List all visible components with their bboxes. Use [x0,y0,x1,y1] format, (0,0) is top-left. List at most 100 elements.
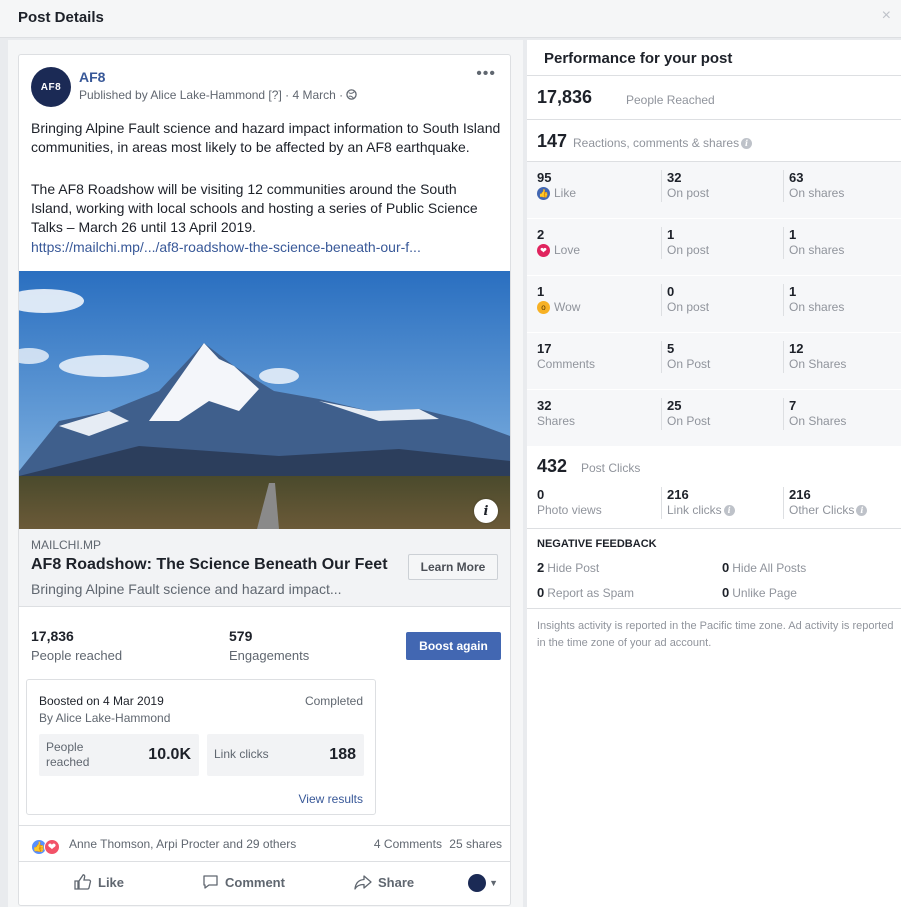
photo-views-label: Photo views [537,503,602,517]
post-link[interactable]: https://mailchi.mp/.../af8-roadshow-the-… [31,239,421,255]
post-meta: Published by Alice Lake-Hammond [?] · 4 … [79,88,358,102]
info-icon[interactable]: i [723,504,735,516]
post-photo[interactable]: i [19,271,510,529]
shares-on-post-value: 25 [667,398,682,413]
comments-on-shares-value: 12 [789,341,804,356]
unlike-page-label: Unlike Page [732,586,797,600]
love-total: 2 [537,227,545,242]
close-icon[interactable]: × [882,7,891,25]
boost-summary-box: Boosted on 4 Mar 2019 By Alice Lake-Hamm… [26,679,376,815]
post-paragraph-2: The AF8 Roadshow will be visiting 12 com… [31,181,478,235]
comments-on-post-value: 5 [667,341,675,356]
unlike-page-stat: 0 Unlike Page [722,585,797,600]
time-zone-footnote: Insights activity is reported in the Pac… [537,620,894,649]
report-spam-stat: 0 Report as Spam [537,585,634,600]
love-on-post-cell: 1 On post [661,227,709,259]
other-clicks-label: Other Clicks [789,503,855,517]
comments-row: 17 Comments 5 On Post 12 On Shares [527,333,901,390]
like-on-post-cell: 32 On post [661,170,709,202]
comments-on-post-label: On Post [667,357,711,371]
audience-selector[interactable]: ▼ [468,874,498,892]
engagements-label: Engagements [229,648,310,663]
like-label: Like [554,186,577,200]
link-preview[interactable]: MAILCHI.MP AF8 Roadshow: The Science Ben… [19,529,510,607]
shares-count[interactable]: 25 shares [449,837,502,851]
photo-views-value: 0 [537,487,545,502]
love-reaction-icon: ❤ [44,839,60,855]
boost-people-label: People reached [46,740,90,769]
like-label: Like [98,874,125,890]
info-icon[interactable]: i [856,504,868,516]
link-preview-title[interactable]: AF8 Roadshow: The Science Beneath Our Fe… [31,556,388,574]
reactions-label: Reactions, comments & shares [573,136,740,150]
wow-total-cell: 1 o Wow [537,284,580,316]
like-total-cell: 95 👍 Like [537,170,576,202]
like-label-wrap: 👍 Like [537,185,576,201]
more-options-icon[interactable]: ••• [476,65,496,83]
love-label-wrap: ❤ Love [537,242,580,258]
performance-header: Performance for your post [527,40,901,76]
reach-section: 17,836 People Reached [527,76,901,120]
shares-label: Shares [537,414,576,428]
link-clicks-label-wrap: Link clicks i [667,502,735,518]
like-on-shares-label: On shares [789,186,845,200]
shares-total: 32 [537,398,552,413]
link-clicks-cell: 216 Link clicks i [661,487,735,519]
people-reached-label: People reached [31,648,123,663]
reactors-text[interactable]: Anne Thomson, Arpi Procter and 29 others [69,837,296,851]
dialog-title: Post Details [18,9,104,26]
page-name-link[interactable]: AF8 [79,69,105,85]
globe-icon [346,89,358,100]
boost-status: Completed [304,694,363,708]
post-clicks-value: 432 [537,456,568,476]
reach-value: 17,836 [537,87,593,107]
comment-action-button[interactable]: Comment [202,874,285,890]
divider [527,608,901,609]
other-clicks-cell: 216 Other Clicks i [783,487,868,519]
comments-count[interactable]: 4 Comments [374,837,442,851]
people-reached-value: 17,836 [31,628,74,644]
hide-all-posts-stat: 0 Hide All Posts [722,560,806,575]
learn-more-button[interactable]: Learn More [408,554,498,580]
post-actions: Like Comment Share ▼ [19,861,510,905]
info-icon[interactable]: i [741,138,753,150]
like-emoji-icon: 👍 [537,186,550,200]
love-label: Love [554,243,581,257]
reactions-label-wrap: Reactions, comments & shares i [573,136,753,150]
info-icon[interactable]: i [474,499,498,523]
share-action-button[interactable]: Share [354,874,414,890]
report-spam-label: Report as Spam [547,586,634,600]
caret-down-icon: ▼ [489,878,498,888]
performance-panel: Performance for your post 17,836 People … [527,40,901,907]
shares-on-shares-label: On Shares [789,414,847,428]
love-on-shares-label: On shares [789,243,845,257]
reaction-icons[interactable]: 👍 ❤ [31,837,60,855]
like-on-shares-cell: 63 On shares [783,170,844,202]
view-results-link[interactable]: View results [299,792,363,806]
like-on-post-label: On post [667,186,710,200]
boost-clicks-label: Link clicks [214,747,269,761]
boost-again-button[interactable]: Boost again [406,632,501,660]
social-counts: 4 Comments 25 shares [370,837,502,851]
other-clicks-value: 216 [789,487,811,502]
reach-label: People Reached [626,93,715,107]
link-preview-domain: MAILCHI.MP [31,538,102,552]
report-spam-value: 0 [537,585,545,600]
wow-total: 1 [537,284,545,299]
engagements-value: 579 [229,628,253,644]
wow-emoji-icon: o [537,300,550,314]
hide-post-label: Hide Post [547,561,600,575]
like-on-shares-value: 63 [789,170,804,185]
comments-total: 17 [537,341,552,356]
comments-on-post-cell: 5 On Post [661,341,710,373]
post-clicks-label: Post Clicks [581,461,641,475]
dialog-header: Post Details × [0,0,901,38]
like-action-button[interactable]: Like [74,874,124,890]
hide-post-stat: 2 Hide Post [537,560,599,575]
love-on-shares-value: 1 [789,227,797,242]
page-avatar[interactable]: AF8 [31,67,71,107]
share-label: Share [378,874,415,890]
post-preview-panel: AF8 AF8 Published by Alice Lake-Hammond … [8,40,523,907]
boost-date: Boosted on 4 Mar 2019 [39,694,164,708]
reactions-value: 147 [537,131,568,151]
